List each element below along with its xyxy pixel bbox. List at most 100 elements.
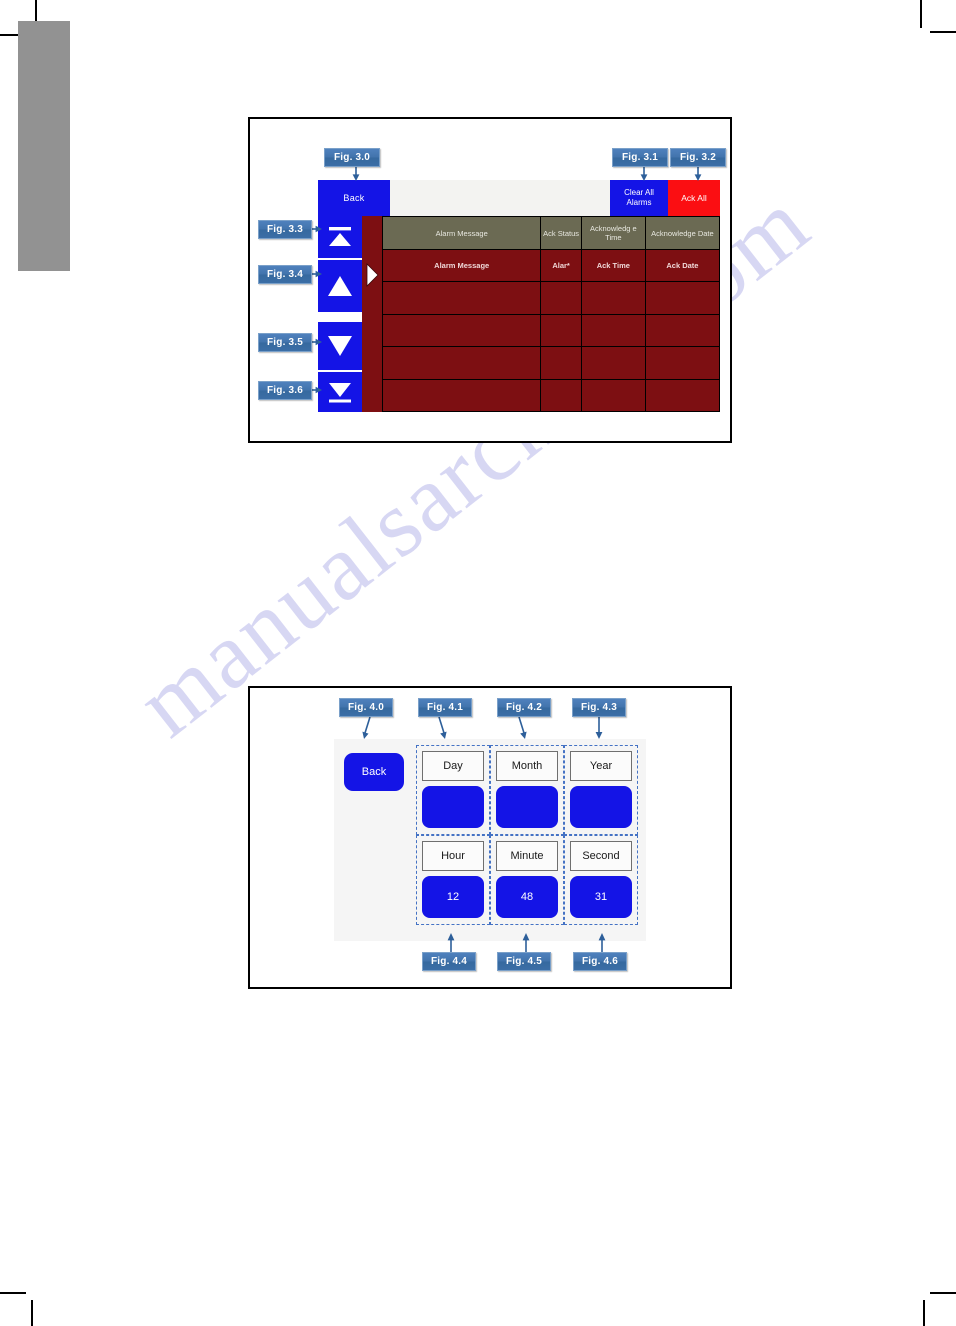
minute-value[interactable]: 48 [496,876,558,918]
callout-arrow-fig-4-4 [441,932,463,954]
datetime-field-minute: Minute 48 [490,835,564,925]
cell-ack-date [644,346,721,380]
month-label: Month [496,751,558,781]
cell-alarm-message: Alarm Message [381,248,542,283]
callout-fig-3-1: Fig. 3.1 [612,148,668,167]
crop-mark-bottom-right-vertical [923,1300,925,1326]
cell-alarm-message [381,281,542,315]
alarm-table: Alarm Message Ack Status Acknowledg e Ti… [381,216,721,413]
cell-ack-status [540,346,582,380]
callout-fig-3-3: Fig. 3.3 [258,220,312,239]
table-row[interactable] [381,281,721,315]
callout-arrow-fig-3-3 [310,222,324,236]
cell-ack-time [580,378,646,413]
cell-ack-date [644,281,721,315]
callout-fig-3-4: Fig. 3.4 [258,265,312,284]
table-row[interactable] [381,378,721,413]
cell-ack-date [644,378,721,413]
cell-ack-time [580,313,646,348]
table-row[interactable]: Alarm Message Alar* Ack Time Ack Date [381,248,721,283]
clear-all-alarms-button[interactable]: Clear All Alarms [610,180,668,216]
cell-alarm-message [381,378,542,413]
crop-mark-bottom-right-horizontal [930,1292,956,1294]
table-row[interactable] [381,346,721,380]
second-label: Second [570,841,632,871]
scroll-button-column [318,216,362,412]
year-value[interactable] [570,786,632,828]
callout-arrow-fig-3-0 [344,167,366,183]
scroll-to-top-button[interactable] [318,216,362,260]
cell-alarm-message [381,313,542,348]
callout-fig-3-2: Fig. 3.2 [670,148,726,167]
callout-arrow-fig-4-6 [592,932,614,954]
callout-arrow-fig-4-0 [356,716,378,742]
back-button[interactable]: Back [318,180,390,216]
column-header-acknowledge-time: Acknowledg e Time [580,216,646,250]
cell-alarm-message [381,346,542,380]
triangle-down-icon [325,333,355,359]
datetime-field-month: Month [490,745,564,835]
alarm-table-header-row: Alarm Message Ack Status Acknowledg e Ti… [381,216,721,250]
day-label: Day [422,751,484,781]
callout-arrow-fig-3-6 [310,383,324,397]
column-header-alarm-message: Alarm Message [381,216,542,250]
callout-arrow-fig-3-5 [310,335,324,349]
callout-fig-4-5: Fig. 4.5 [497,952,551,971]
crop-mark-bottom-left-horizontal [0,1292,26,1294]
cell-ack-status [540,378,582,413]
callout-fig-4-6: Fig. 4.6 [573,952,627,971]
hour-value[interactable]: 12 [422,876,484,918]
scroll-to-bottom-button[interactable] [318,372,362,412]
callout-arrow-fig-4-3 [588,717,610,742]
table-row[interactable] [381,313,721,348]
minute-label: Minute [496,841,558,871]
cell-ack-status [540,281,582,315]
alarm-body: Alarm Message Ack Status Acknowledg e Ti… [318,216,721,413]
callout-fig-3-0: Fig. 3.0 [324,148,380,167]
cell-ack-status: Alar* [540,248,582,283]
callout-fig-4-3: Fig. 4.3 [572,698,626,717]
triangle-down-with-bar-icon [326,379,354,405]
back-button[interactable]: Back [344,753,404,791]
callout-arrow-fig-3-1 [632,167,654,183]
callout-fig-4-1: Fig. 4.1 [418,698,472,717]
cell-ack-date: Ack Date [644,248,721,283]
second-value[interactable]: 31 [570,876,632,918]
hour-label: Hour [422,841,484,871]
cell-ack-time: Ack Time [580,248,646,283]
datetime-field-second: Second 31 [564,835,638,925]
callout-arrow-fig-4-1 [430,716,452,742]
triangle-up-with-bar-icon [326,224,354,250]
callout-fig-4-0: Fig. 4.0 [339,698,393,717]
ack-all-button[interactable]: Ack All [668,180,720,216]
toolbar-spacer [390,180,610,216]
scroll-up-button[interactable] [318,260,362,314]
callout-arrow-fig-3-4 [310,267,324,281]
crop-mark-bottom-left-vertical [31,1300,33,1326]
cell-ack-date [644,313,721,348]
page-edge-tab [18,21,70,271]
alarm-toolbar: Back Clear All Alarms Ack All [318,180,720,216]
callout-fig-3-5: Fig. 3.5 [258,333,312,352]
column-header-ack-status: Ack Status [540,216,582,250]
crop-mark-top-right-horizontal [930,31,956,33]
callout-arrow-fig-4-2 [510,716,532,742]
day-value[interactable] [422,786,484,828]
callout-arrow-fig-3-2 [686,167,708,183]
triangle-up-icon [325,273,355,299]
scroll-down-button[interactable] [318,322,362,372]
datetime-field-year: Year [564,745,638,835]
alarm-row-marker-column [362,216,382,412]
callout-fig-4-2: Fig. 4.2 [497,698,551,717]
year-label: Year [570,751,632,781]
scroll-column-gap [318,314,362,322]
callout-fig-3-6: Fig. 3.6 [258,381,312,400]
datetime-screen-panel: Back Day Month Year Hour 12 Minute 48 Se… [334,739,646,941]
month-value[interactable] [496,786,558,828]
cell-ack-time [580,346,646,380]
crop-mark-top-right-vertical [920,0,922,28]
datetime-field-grid: Day Month Year Hour 12 Minute 48 Second … [416,745,638,925]
cell-ack-time [580,281,646,315]
callout-arrow-fig-4-5 [516,932,538,954]
callout-fig-4-4: Fig. 4.4 [422,952,476,971]
